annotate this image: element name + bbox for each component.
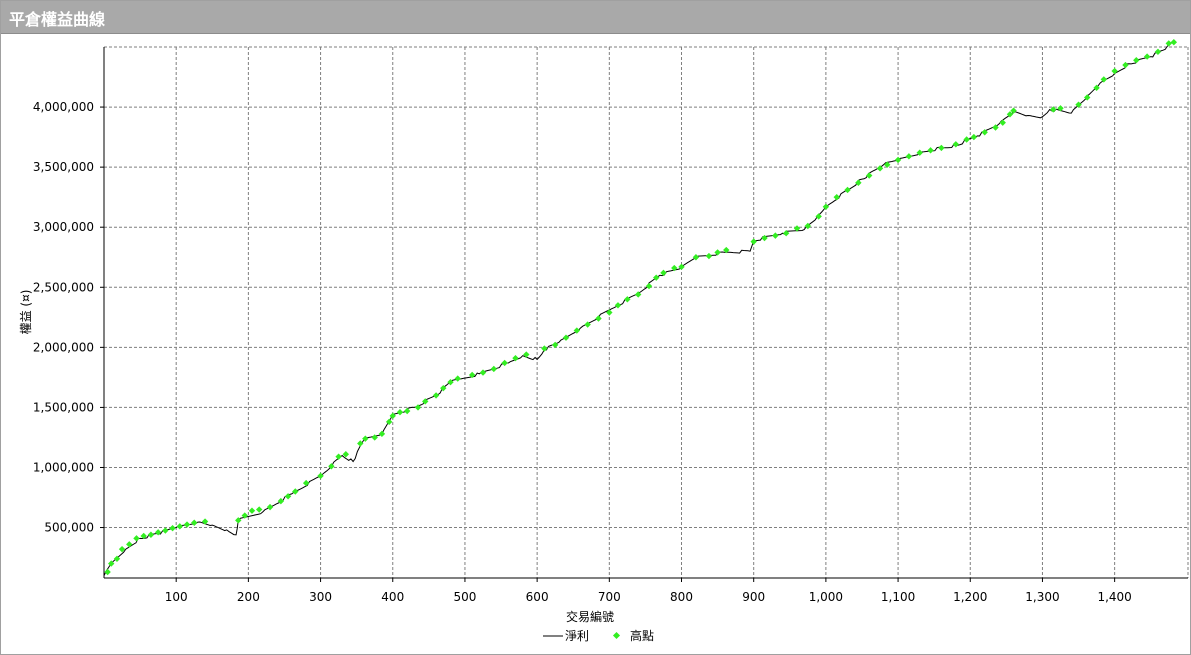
legend-marker-swatch [612, 631, 621, 640]
y-tick-label: 2,000,000 [33, 340, 94, 354]
high-point-marker [162, 527, 169, 534]
high-point-marker [176, 523, 183, 530]
y-tick-label: 1,500,000 [33, 400, 94, 414]
high-point-marker [396, 409, 404, 416]
high-point-marker [147, 531, 155, 538]
high-point-marker [454, 375, 461, 382]
high-point-marker [1143, 53, 1151, 60]
high-point-marker [183, 521, 191, 528]
high-point-marker [501, 359, 508, 367]
high-point-marker [1154, 48, 1162, 56]
high-point-marker [133, 535, 140, 542]
y-tick-label: 3,000,000 [33, 220, 94, 234]
x-axis-label: 交易編號 [566, 609, 614, 624]
x-tick-label: 400 [381, 590, 404, 604]
high-point-marker [403, 407, 411, 415]
x-tick-label: 200 [237, 590, 260, 604]
y-tick-label: 4,000,000 [33, 100, 94, 114]
high-point-marker [714, 249, 721, 256]
high-point-marker [1165, 40, 1172, 47]
high-point-marker [201, 518, 209, 525]
high-point-marker [905, 153, 913, 160]
x-tick-label: 1,300 [1025, 590, 1059, 604]
high-point-marker [963, 136, 970, 143]
x-tick-label: 300 [309, 590, 332, 604]
legend-label-net-profit: 淨利 [565, 629, 589, 643]
high-point-marker [1111, 67, 1118, 75]
y-tick-label: 2,500,000 [33, 280, 94, 294]
high-point-marker [191, 519, 198, 526]
x-tick-label: 900 [742, 590, 765, 604]
high-point-marker [104, 568, 111, 576]
axes [100, 47, 1188, 582]
high-point-marker [614, 302, 622, 309]
high-point-marker [894, 156, 902, 164]
equity-curve-chart: 100 200 300 400 500 600 700 800 900 1,000 1,100 1,2… [19, 38, 1189, 643]
y-tick-label: 1,000,000 [33, 460, 94, 474]
high-point-marker [970, 133, 978, 141]
high-point-marker [292, 488, 299, 495]
net-profit-line [103, 41, 1173, 576]
high-point-marker [378, 430, 386, 438]
high-point-marker [1057, 105, 1064, 112]
x-tick-label: 800 [670, 590, 693, 604]
high-point-marker [266, 503, 274, 511]
x-tick-label: 1,000 [809, 590, 843, 604]
high-point-marker [761, 234, 768, 242]
high-point-marker [1170, 38, 1178, 46]
x-tick-label: 700 [598, 590, 621, 604]
high-point-marker [126, 541, 133, 548]
high-point-marker [927, 147, 934, 154]
high-point-marker [256, 506, 263, 513]
high-point-marker [169, 524, 176, 532]
high-point-marker [833, 193, 840, 201]
x-tick-label: 1,100 [881, 590, 915, 604]
high-point-marker [490, 365, 498, 373]
y-tick-label: 3,500,000 [33, 160, 94, 174]
high-point-marker [1133, 57, 1140, 64]
y-axis-label: 權益 (¤) [19, 290, 33, 335]
high-point-marker [248, 507, 256, 514]
high-point-marker [844, 186, 851, 194]
high-point-markers [104, 38, 1178, 576]
high-point-marker [562, 334, 570, 341]
y-tick-label: 500,000 [44, 521, 94, 535]
high-point-marker [302, 479, 310, 487]
high-point-marker [432, 392, 440, 399]
x-tick-label: 1,200 [953, 590, 987, 604]
grid-lines [104, 46, 1189, 578]
high-point-marker [750, 238, 757, 245]
high-point-marker [541, 345, 548, 352]
high-point-marker [335, 453, 342, 460]
high-point-marker [865, 172, 873, 179]
high-point-marker [595, 315, 602, 322]
x-tick-label: 600 [526, 590, 549, 604]
x-tick-label: 500 [453, 590, 476, 604]
legend-label-high-point: 高點 [630, 628, 654, 643]
high-point-marker [999, 119, 1006, 126]
high-point-marker [1122, 61, 1129, 69]
tick-labels: 100 200 300 400 500 600 700 800 900 1,000 1,100 1,2… [33, 100, 1132, 604]
x-tick-label: 1,400 [1097, 590, 1131, 604]
high-point-marker [645, 282, 653, 290]
high-point-marker [952, 141, 960, 148]
x-tick-label: 100 [165, 590, 188, 604]
high-point-marker [938, 144, 945, 152]
high-point-marker [479, 369, 487, 376]
legend: 淨利 高點 [543, 628, 654, 643]
high-point-marker [705, 252, 713, 260]
high-point-marker [772, 232, 779, 239]
high-point-marker [523, 351, 530, 358]
high-point-marker [606, 309, 613, 316]
